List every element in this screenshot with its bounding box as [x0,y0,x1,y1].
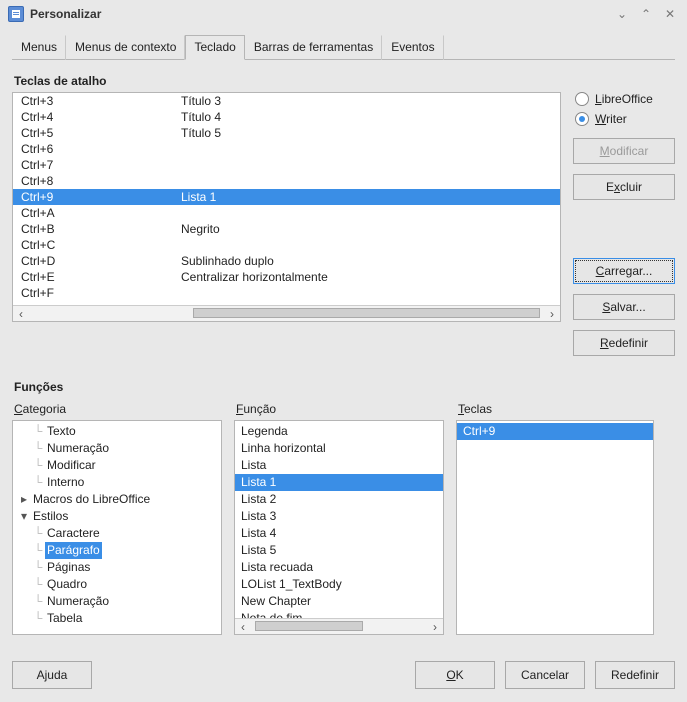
list-item[interactable]: Ctrl+9 [457,423,653,440]
list-item[interactable]: Lista recuada [235,559,443,576]
scope-radio-group: LibreOffice Writer [573,92,675,126]
radio-libreoffice[interactable]: LibreOffice [575,92,675,106]
list-item[interactable]: Lista 3 [235,508,443,525]
list-item[interactable]: Lista 4 [235,525,443,542]
scroll-left-icon[interactable]: ‹ [235,619,251,634]
radio-label: Writer [595,112,627,126]
radio-icon [575,112,589,126]
load-button[interactable]: Carregar... [573,258,675,284]
cancel-button[interactable]: Cancelar [505,661,585,689]
list-item[interactable]: Lista 2 [235,491,443,508]
shortcut-row[interactable]: Ctrl+6 [13,141,560,157]
tree-item[interactable]: └Caractere [13,525,221,542]
list-item[interactable]: Lista 5 [235,542,443,559]
radio-writer[interactable]: Writer [575,112,675,126]
tab-bar: Menus Menus de contexto Teclado Barras d… [12,34,675,60]
tree-item[interactable]: └Numeração [13,440,221,457]
tab-toolbars[interactable]: Barras de ferramentas [245,35,382,60]
tree-item[interactable]: └Quadro [13,576,221,593]
list-item[interactable]: Nota de fim [235,610,443,618]
keys-list[interactable]: Ctrl+9 [456,420,654,635]
tree-item[interactable]: └Numeração [13,593,221,610]
shortcut-row[interactable]: Ctrl+4Título 4 [13,109,560,125]
hscrollbar[interactable]: ‹ › [235,618,443,634]
tree-item[interactable]: └Páginas [13,559,221,576]
shortcut-list[interactable]: Ctrl+3Título 3Ctrl+4Título 4Ctrl+5Título… [12,92,561,322]
close-icon[interactable]: ✕ [661,5,679,23]
scroll-right-icon[interactable]: › [427,619,443,634]
shortcut-row[interactable]: Ctrl+A [13,205,560,221]
shortcut-row[interactable]: Ctrl+DSublinhado duplo [13,253,560,269]
tree-item[interactable]: └Tabela [13,610,221,627]
radio-icon [575,92,589,106]
footer-reset-button[interactable]: Redefinir [595,661,675,689]
shortcuts-label: Teclas de atalho [14,74,675,88]
list-item[interactable]: Lista [235,457,443,474]
ok-button[interactable]: OK [415,661,495,689]
function-list[interactable]: LegendaLinha horizontalListaLista 1Lista… [234,420,444,635]
dialog-footer: Ajuda OK Cancelar Redefinir [0,645,687,689]
tree-item[interactable]: └Parágrafo [13,542,221,559]
category-tree[interactable]: └Texto└Numeração└Modificar└Interno▸Macro… [12,420,222,635]
list-item[interactable]: LOList 1_TextBody [235,576,443,593]
function-label: Função [236,402,444,416]
radio-label: LibreOffice [595,92,653,106]
tab-context-menus[interactable]: Menus de contexto [66,35,185,60]
shortcut-row[interactable]: Ctrl+C [13,237,560,253]
list-item[interactable]: Lista 1 [235,474,443,491]
tree-item[interactable]: ▸Macros do LibreOffice [13,491,221,508]
tab-keyboard[interactable]: Teclado [185,35,244,60]
shortcut-row[interactable]: Ctrl+F [13,285,560,301]
save-button[interactable]: Salvar... [573,294,675,320]
chevron-down-icon[interactable]: ⌄ [613,5,631,23]
app-icon [8,6,24,22]
keys-label: Teclas [458,402,654,416]
shortcut-row[interactable]: Ctrl+BNegrito [13,221,560,237]
tree-item[interactable]: └Interno [13,474,221,491]
chevron-up-icon[interactable]: ⌃ [637,5,655,23]
shortcut-row[interactable]: Ctrl+8 [13,173,560,189]
scroll-right-icon[interactable]: › [544,306,560,321]
scroll-left-icon[interactable]: ‹ [13,306,29,321]
modify-button: Modificar [573,138,675,164]
shortcut-row[interactable]: Ctrl+ECentralizar horizontalmente [13,269,560,285]
shortcut-row[interactable]: Ctrl+7 [13,157,560,173]
shortcut-row[interactable]: Ctrl+9Lista 1 [13,189,560,205]
list-item[interactable]: New Chapter [235,593,443,610]
tab-menus[interactable]: Menus [12,35,66,60]
help-button[interactable]: Ajuda [12,661,92,689]
list-item[interactable]: Linha horizontal [235,440,443,457]
tree-item[interactable]: ▾Estilos [13,508,221,525]
scroll-thumb[interactable] [193,308,540,318]
shortcut-row[interactable]: Ctrl+5Título 5 [13,125,560,141]
functions-label: Funções [14,380,675,394]
list-item[interactable]: Legenda [235,423,443,440]
reset-button[interactable]: Redefinir [573,330,675,356]
titlebar: Personalizar ⌄ ⌃ ✕ [0,0,687,28]
window-title: Personalizar [30,7,101,21]
tab-events[interactable]: Eventos [382,35,443,60]
category-label: Categoria [14,402,222,416]
shortcut-row[interactable]: Ctrl+3Título 3 [13,93,560,109]
scroll-thumb[interactable] [255,621,363,631]
tree-item[interactable]: └Texto [13,423,221,440]
tree-item[interactable]: └Modificar [13,457,221,474]
hscrollbar[interactable]: ‹ › [13,305,560,321]
delete-button[interactable]: Excluir [573,174,675,200]
